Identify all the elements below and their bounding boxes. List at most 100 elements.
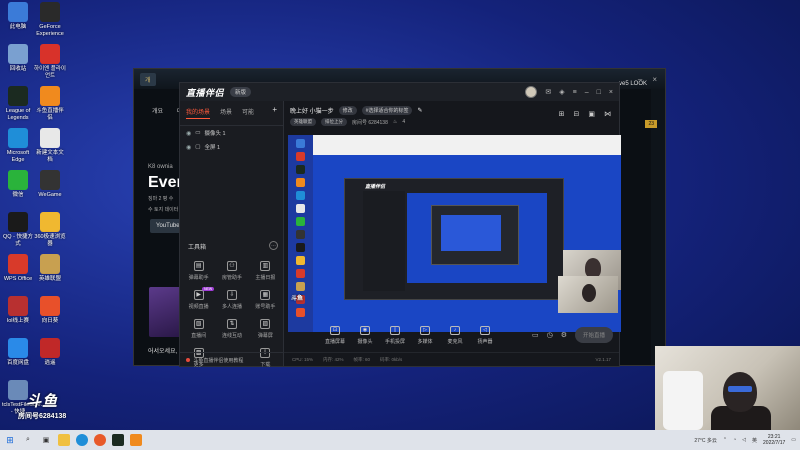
desktop-icon-label: 英雄联盟 xyxy=(38,276,61,282)
tool-item[interactable]: ▥ 主播日报 xyxy=(249,261,282,281)
preview-douyu-mark: 斗鱼 xyxy=(291,296,304,302)
tool-item[interactable]: ▦ 账号助手 xyxy=(249,290,282,310)
desktop-icon[interactable]: lol线上赛 xyxy=(2,296,34,325)
browser-icon[interactable] xyxy=(94,434,106,446)
desktop-icon[interactable]: 微信 xyxy=(2,170,34,199)
tab-scenes[interactable]: 场景 xyxy=(220,107,232,119)
eye-icon[interactable]: ◉ xyxy=(186,144,191,151)
skin-icon[interactable]: ◈ xyxy=(559,88,564,96)
version-badge[interactable]: 新版 xyxy=(230,87,252,97)
layout-icon[interactable]: ▭ xyxy=(532,331,539,339)
douyu-taskbar-icon[interactable] xyxy=(130,434,142,446)
desktop-icon[interactable]: 回收站 xyxy=(2,44,34,73)
game-tab-overview[interactable]: 개요 xyxy=(152,106,163,115)
tool-item[interactable]: ▶ 视频直播 xyxy=(182,287,215,310)
start-icon[interactable]: ⊞ xyxy=(4,434,16,446)
desktop-icon[interactable]: Microsoft Edge xyxy=(2,128,34,164)
tool-item[interactable]: ▨ 弹幕屏 xyxy=(249,319,282,339)
source-button[interactable]: ▷ 多媒体 xyxy=(410,325,440,345)
desktop-icon-label: 回收站 xyxy=(9,66,27,72)
clock-icon[interactable]: ◷ xyxy=(547,331,553,339)
desktop-icon[interactable]: 360极速浏览器 xyxy=(34,212,66,248)
desktop-icon[interactable]: 新建文本文档 xyxy=(34,128,66,164)
settings-icon[interactable]: ⚙ xyxy=(561,331,567,339)
clock[interactable]: 23:21 2022/7/17 xyxy=(763,434,785,446)
game-tag[interactable]: 개 xyxy=(140,72,156,86)
minimize-icon[interactable]: – xyxy=(585,89,589,96)
desktop-icon[interactable]: 此电脑 xyxy=(2,2,34,31)
source-button[interactable]: ▯ 手机投屏 xyxy=(380,325,410,345)
subcategory-pill[interactable]: 排位上分 xyxy=(321,118,347,126)
desktop-icon[interactable]: 하이엔 플라이언트 xyxy=(34,44,66,80)
image-icon[interactable]: ▣ xyxy=(588,110,595,118)
avatar[interactable] xyxy=(525,86,538,98)
notification-icon[interactable]: ▭ xyxy=(791,437,796,443)
desktop-icon[interactable]: 百度网盘 xyxy=(2,338,34,367)
desktop-icon[interactable]: 英雄联盟 xyxy=(34,254,66,283)
lol-taskbar-icon[interactable] xyxy=(112,434,124,446)
volume-icon[interactable]: ◁ xyxy=(742,437,746,443)
start-live-button[interactable]: 开始直播 xyxy=(574,327,613,343)
live-title: 晚上好 小猫一步 xyxy=(290,109,334,115)
desktop-icon[interactable]: 逍遥 xyxy=(34,338,66,367)
source-button-label: 多媒体 xyxy=(417,338,433,345)
source-button[interactable]: ⊡ 直播屏幕 xyxy=(320,325,350,345)
tab-my-scenes[interactable]: 我的场景 xyxy=(186,107,211,119)
streaming-app-window[interactable]: 直播伴侣 新版 ✉ ◈ ≡ – □ × 我的场景 场景 可能 + ◉ ▭ 摄像头… xyxy=(179,82,621,368)
task-view-icon[interactable]: ▣ xyxy=(40,434,52,446)
tool-item[interactable]: ▧ 直播间 xyxy=(182,319,215,339)
source-button[interactable]: ♪ 麦克风 xyxy=(440,325,470,345)
toolbox-more-icon[interactable]: … xyxy=(269,241,278,250)
message-icon[interactable]: ✉ xyxy=(545,88,551,96)
weather-text[interactable]: 27°C 多云 xyxy=(694,437,717,444)
record-icon[interactable]: ⊟ xyxy=(574,110,580,118)
tool-item[interactable]: ⚇ 房管助手 xyxy=(215,261,248,281)
desktop-icon[interactable]: League of Legends xyxy=(2,86,34,122)
source-row[interactable]: ◉ ▭ 摄像头 1 xyxy=(180,126,283,140)
network-icon[interactable]: ◔ xyxy=(733,437,736,443)
source-label: 全屏 1 xyxy=(204,145,221,151)
tray-chevron-icon[interactable]: ⌃ xyxy=(723,437,727,443)
ime-label[interactable]: 英 xyxy=(752,437,757,444)
close-icon[interactable]: × xyxy=(652,75,657,84)
edit-title-button[interactable]: 修改 xyxy=(338,106,357,115)
desktop-icon[interactable]: QQ - 快捷方式 xyxy=(2,212,34,248)
desktop-icon-label: GeForce Experience xyxy=(36,24,64,37)
tool-item[interactable]: ⇩ 多人连播 xyxy=(215,290,248,310)
file-explorer-icon[interactable] xyxy=(58,434,70,446)
close-icon[interactable]: × xyxy=(609,89,613,96)
source-button[interactable]: ◁ 扬声器 xyxy=(470,325,500,345)
lol-cn-icon xyxy=(40,254,60,274)
category-pill[interactable]: 英雄联盟 xyxy=(290,118,316,126)
room-number: 房间号 6284138 xyxy=(352,119,388,126)
source-row[interactable]: ◉ ▢ 全屏 1 xyxy=(180,140,283,154)
status-bar: CPU: 15% 内存: 42% 帧率: 60 码率: 0kb/s V2.1.1… xyxy=(284,352,619,366)
webcam-overlay xyxy=(655,346,800,430)
share-icon[interactable]: ⋈ xyxy=(604,110,611,118)
pencil-icon[interactable]: ✎ xyxy=(417,107,422,114)
desktop-icon[interactable]: 斗鱼直播伴侣 xyxy=(34,86,66,122)
search-icon[interactable]: ⌕ xyxy=(22,434,34,446)
edge-icon[interactable] xyxy=(76,434,88,446)
maximize-icon[interactable]: □ xyxy=(597,89,601,96)
tutorial-link[interactable]: 斗鱼直播伴侣使用教程 xyxy=(180,352,284,366)
tool-item[interactable]: ▤ 弹幕助手 xyxy=(182,261,215,281)
tool-label: 视频直播 xyxy=(188,304,209,310)
desktop-icon[interactable]: 向日葵 xyxy=(34,296,66,325)
status-fps: 帧率: 60 xyxy=(353,356,371,362)
desktop-icon[interactable]: WeGame xyxy=(34,170,66,199)
tag-selector[interactable]: #选择适合你的标签 xyxy=(361,106,413,115)
wps-icon xyxy=(8,254,28,274)
tab-possible[interactable]: 可能 xyxy=(242,107,254,119)
recycle-bin-icon xyxy=(8,44,28,64)
gift-icon[interactable]: ⊞ xyxy=(559,110,565,118)
app-titlebar: 直播伴侣 新版 ✉ ◈ ≡ – □ × xyxy=(180,83,619,101)
menu-icon[interactable]: ≡ xyxy=(573,89,577,96)
add-scene-icon[interactable]: + xyxy=(272,106,277,119)
tool-item[interactable]: ⇅ 连线互动 xyxy=(215,319,248,339)
eye-icon[interactable]: ◉ xyxy=(186,130,191,137)
desktop-icon[interactable]: WPS Office xyxy=(2,254,34,283)
tool-icon: ▨ xyxy=(260,319,271,329)
source-button[interactable]: ◉ 摄像头 xyxy=(350,325,380,345)
desktop-icon[interactable]: GeForce Experience xyxy=(34,2,66,38)
